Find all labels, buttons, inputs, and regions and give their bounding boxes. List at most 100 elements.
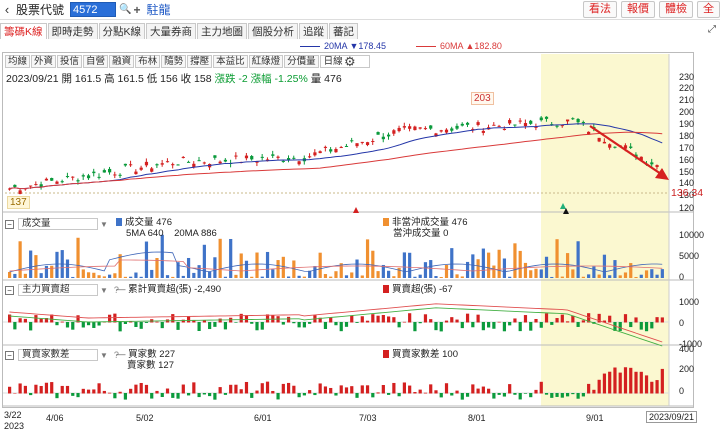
volume-bar	[171, 276, 175, 278]
buyer-diff-bar	[555, 393, 559, 397]
volume-bar	[44, 265, 49, 278]
buyer-tick: 400	[679, 344, 695, 354]
buyer-diff-bar	[176, 393, 180, 399]
candle-body	[176, 164, 180, 166]
collapse-icon[interactable]: −	[5, 285, 14, 295]
buyer-diff-bar	[581, 393, 585, 397]
main-force-bar	[471, 322, 475, 328]
main-force-bar	[97, 322, 101, 326]
volume-bar	[371, 250, 375, 278]
btn-bollinger[interactable]: 布林	[135, 55, 161, 68]
buyer-diff-bar	[576, 393, 580, 399]
btn-support[interactable]: 撐壓	[187, 55, 213, 68]
main-force-bar	[34, 315, 38, 323]
volume-bar	[265, 251, 270, 278]
buyer-diff-bar	[460, 393, 464, 400]
chevron-down-icon[interactable]: ▼	[100, 286, 108, 295]
btn-dealer[interactable]: 自營	[83, 55, 109, 68]
volume-bar	[181, 275, 185, 278]
volume-bar	[297, 275, 301, 278]
candle-body	[492, 124, 496, 126]
buyer-diff-bar	[608, 371, 612, 394]
main-force-bar	[308, 322, 312, 324]
collapse-icon[interactable]: −	[5, 219, 14, 229]
volume-bar	[123, 276, 128, 278]
main-force-bar	[292, 322, 296, 324]
main-force-bar	[234, 322, 238, 323]
candle-body	[555, 125, 559, 127]
buyer-diff-bar	[50, 382, 54, 394]
main-force-bar	[281, 322, 285, 325]
candle-body	[234, 155, 238, 157]
btn-margin[interactable]: 融資	[109, 55, 135, 68]
main-force-bar	[487, 322, 491, 328]
candle-body	[365, 142, 370, 146]
volume-bar	[134, 272, 138, 278]
main-force-bar	[444, 320, 449, 323]
chevron-down-icon[interactable]: ▼	[100, 220, 108, 229]
btn-traffic-light[interactable]: 紅綠燈	[248, 55, 284, 68]
buyer-diff-bar	[413, 392, 417, 394]
main-force-bar	[250, 322, 254, 324]
buyer-diff-bar	[260, 383, 264, 394]
buyer-diff-bar	[492, 393, 496, 399]
candle-body	[450, 128, 454, 131]
main-force-bar	[139, 322, 143, 329]
main-force-bar	[397, 322, 401, 328]
buyer-diff-bar	[213, 393, 217, 400]
btn-trend[interactable]: 隨勢	[161, 55, 187, 68]
buyer-diff-bar	[23, 385, 27, 394]
volume-legend-20ma: 20MA 886	[174, 228, 217, 239]
quote-open: 開 161.5	[61, 73, 102, 85]
volume-bar	[587, 274, 591, 278]
candle-body	[171, 164, 175, 166]
main-force-bar	[65, 322, 70, 328]
buyer-diff-bar	[244, 381, 249, 394]
date-label: 4/06	[46, 413, 64, 423]
volume-pane-title: − 成交量 ▼	[5, 218, 108, 230]
main-force-bar	[92, 322, 96, 328]
main-force-legend-right: 買賣超(張) -67	[383, 284, 453, 295]
buyer-diff-bar	[18, 383, 22, 394]
volume-bar	[176, 262, 180, 278]
volume-legend-daytrade: 當沖成交量 0	[393, 228, 449, 239]
volume-bar	[76, 237, 80, 278]
chevron-down-icon[interactable]: ▼	[100, 351, 108, 360]
candle-body	[544, 116, 549, 119]
buyer-diff-bar	[660, 368, 664, 394]
volume-bar	[313, 266, 317, 278]
gear-icon[interactable]: ⚙	[344, 54, 356, 70]
volume-pane-select[interactable]: 成交量	[18, 218, 98, 230]
candle-body	[186, 161, 191, 163]
volume-bar	[192, 272, 196, 278]
btn-trust[interactable]: 投信	[57, 55, 83, 68]
btn-foreign[interactable]: 外資	[31, 55, 57, 68]
buyer-diff-bar	[371, 393, 375, 398]
volume-bar	[244, 260, 249, 278]
candle-body	[339, 147, 343, 149]
main-force-bar	[208, 322, 212, 330]
price-tick: 120	[679, 203, 695, 213]
main-force-bar	[223, 322, 228, 330]
quote-pct: 漲幅 -1.25%	[250, 73, 308, 85]
buyer-diff-bar	[44, 382, 49, 394]
volume-bar	[623, 272, 628, 278]
buyer-diff-bar	[39, 385, 43, 394]
main-force-bar	[439, 322, 443, 332]
volume-bar	[218, 238, 222, 278]
buyer-diff-bar	[123, 393, 128, 400]
btn-ma[interactable]: 均線	[5, 55, 31, 68]
volume-bar	[355, 259, 359, 278]
main-force-bar	[571, 315, 575, 323]
btn-volume-profile[interactable]: 分價量	[284, 55, 319, 68]
buyer-diff-bar	[197, 393, 201, 398]
main-force-bar	[481, 322, 485, 331]
volume-bar	[408, 252, 412, 278]
volume-bar	[55, 251, 59, 278]
main-force-pane-select[interactable]: 主力買賣超	[18, 284, 98, 296]
buyer-diff-bar	[434, 390, 438, 394]
buyer-pane-select[interactable]: 買賣家數差	[18, 349, 98, 361]
candle-body	[160, 163, 164, 165]
btn-pe[interactable]: 本益比	[213, 55, 248, 68]
collapse-icon[interactable]: −	[5, 350, 14, 360]
